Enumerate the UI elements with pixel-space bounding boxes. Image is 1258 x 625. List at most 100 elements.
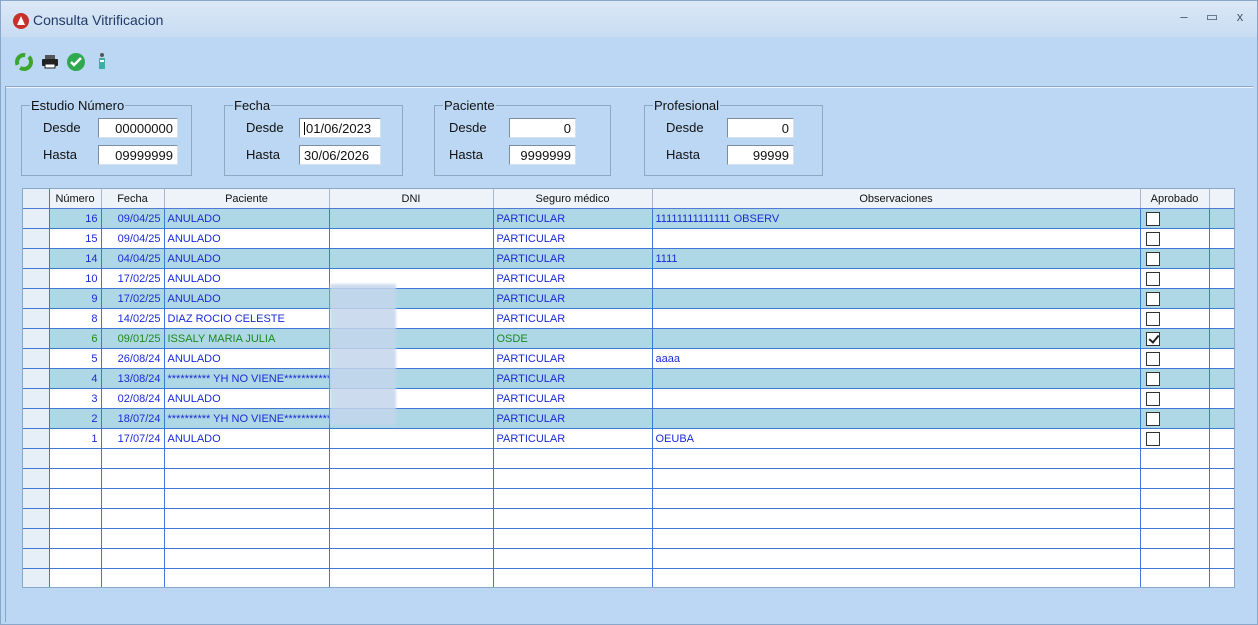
col-aprobado-header[interactable]: Aprobado — [1140, 189, 1210, 209]
table-row[interactable]: 16 09/04/25 ANULADO PARTICULAR 1111111111111… — [23, 208, 1234, 229]
cell-aprobado[interactable] — [1140, 268, 1210, 289]
table-row[interactable]: 2 18/07/24 ********** YH NO VIENE*********… — [23, 408, 1234, 429]
row-selector[interactable] — [23, 268, 50, 289]
col-dni-header[interactable]: DNI — [329, 189, 494, 209]
exit-icon[interactable] — [91, 51, 113, 73]
table-row[interactable]: 4 13/08/24 ********** YH NO VIENE*********… — [23, 368, 1234, 389]
aprobado-checkbox[interactable] — [1145, 432, 1160, 446]
cell-fecha: 17/02/25 — [101, 288, 165, 309]
aprobado-checkbox[interactable] — [1145, 392, 1160, 406]
row-selector[interactable] — [23, 408, 50, 429]
estudio-desde-input[interactable]: 00000000 — [98, 118, 178, 138]
table-row[interactable]: 3 02/08/24 ANULADO PARTICULAR — [23, 388, 1234, 409]
title-bar[interactable]: Consulta Vitrificacion – ▭ x — [1, 1, 1257, 37]
table-row[interactable]: 15 09/04/25 ANULADO PARTICULAR — [23, 228, 1234, 249]
aprobado-checkbox[interactable] — [1145, 212, 1160, 226]
aprobado-checkbox[interactable] — [1145, 372, 1160, 386]
cell-filler — [1209, 388, 1234, 409]
close-icon[interactable]: x — [1233, 9, 1247, 25]
aprobado-checkbox[interactable] — [1145, 312, 1160, 326]
cell-numero: 8 — [49, 308, 102, 329]
row-selector — [23, 468, 50, 489]
aprobado-checkbox[interactable] — [1145, 352, 1160, 366]
aprobado-checkbox[interactable] — [1145, 272, 1160, 286]
aprobado-checkbox[interactable] — [1145, 412, 1160, 426]
empty-row[interactable] — [23, 508, 1234, 529]
cell-aprobado[interactable] — [1140, 228, 1210, 249]
row-selector[interactable] — [23, 348, 50, 369]
row-selector[interactable] — [23, 388, 50, 409]
cell-fecha: 18/07/24 — [101, 408, 165, 429]
empty-row[interactable] — [23, 548, 1234, 569]
cell-seguro: OSDE — [493, 328, 653, 349]
row-selector[interactable] — [23, 328, 50, 349]
empty-cell — [49, 568, 102, 587]
empty-cell — [101, 468, 165, 489]
empty-cell — [101, 568, 165, 587]
table-row[interactable]: 5 26/08/24 ANULADO PARTICULAR aaaa — [23, 348, 1234, 369]
col-numero-header[interactable]: Número — [49, 189, 102, 209]
row-selector[interactable] — [23, 208, 50, 229]
row-selector[interactable] — [23, 288, 50, 309]
cell-aprobado[interactable] — [1140, 368, 1210, 389]
cell-aprobado[interactable] — [1140, 388, 1210, 409]
cell-aprobado[interactable] — [1140, 328, 1210, 349]
table-row[interactable]: 10 17/02/25 ANULADO PARTICULAR — [23, 268, 1234, 289]
cell-fecha: 09/04/25 — [101, 208, 165, 229]
cell-aprobado[interactable] — [1140, 208, 1210, 229]
cell-aprobado[interactable] — [1140, 408, 1210, 429]
row-selector — [23, 508, 50, 529]
aprobado-checkbox[interactable] — [1145, 252, 1160, 266]
table-row[interactable]: 14 04/04/25 ANULADO PARTICULAR 1111 — [23, 248, 1234, 269]
empty-row[interactable] — [23, 528, 1234, 549]
aprobado-checkbox[interactable] — [1145, 332, 1160, 346]
paciente-desde-input[interactable]: 0 — [509, 118, 576, 138]
empty-cell — [652, 568, 1141, 587]
maximize-icon[interactable]: ▭ — [1205, 9, 1219, 25]
estudio-hasta-input[interactable]: 09999999 — [98, 145, 178, 165]
empty-cell — [652, 488, 1141, 509]
row-selector[interactable] — [23, 368, 50, 389]
cell-numero: 1 — [49, 428, 102, 449]
cell-aprobado[interactable] — [1140, 288, 1210, 309]
empty-row[interactable] — [23, 568, 1234, 587]
empty-cell — [493, 508, 653, 529]
row-selector[interactable] — [23, 428, 50, 449]
fecha-hasta-input[interactable]: 30/06/2026 — [299, 145, 381, 165]
cell-aprobado[interactable] — [1140, 428, 1210, 449]
aprobado-checkbox[interactable] — [1145, 292, 1160, 306]
col-fecha-header[interactable]: Fecha — [101, 189, 165, 209]
row-selector[interactable] — [23, 308, 50, 329]
row-selector[interactable] — [23, 248, 50, 269]
profesional-desde-input[interactable]: 0 — [727, 118, 794, 138]
cell-aprobado[interactable] — [1140, 248, 1210, 269]
results-grid[interactable]: Número Fecha Paciente DNI Seguro médico … — [22, 188, 1235, 588]
paciente-hasta-input[interactable]: 9999999 — [509, 145, 576, 165]
col-paciente-header[interactable]: Paciente — [164, 189, 330, 209]
empty-cell — [101, 528, 165, 549]
profesional-hasta-input[interactable]: 99999 — [727, 145, 794, 165]
empty-row[interactable] — [23, 468, 1234, 489]
empty-row[interactable] — [23, 488, 1234, 509]
accept-icon[interactable] — [65, 51, 87, 73]
table-row[interactable]: 8 14/02/25 DIAZ ROCIO CELESTE PARTICULAR — [23, 308, 1234, 329]
empty-cell — [164, 488, 330, 509]
fecha-desde-input[interactable]: 01/06/2023 — [299, 118, 381, 138]
cell-aprobado[interactable] — [1140, 348, 1210, 369]
refresh-icon[interactable] — [13, 51, 35, 73]
empty-row[interactable] — [23, 448, 1234, 469]
table-row[interactable]: 1 17/07/24 ANULADO PARTICULAR OEUBA — [23, 428, 1234, 449]
row-selector[interactable] — [23, 228, 50, 249]
col-observaciones-header[interactable]: Observaciones — [652, 189, 1141, 209]
paciente-hasta-label: Hasta — [449, 147, 483, 162]
table-row[interactable]: 6 09/01/25 ISSALY MARIA JULIA OSDE — [23, 328, 1234, 349]
cell-fecha: 09/01/25 — [101, 328, 165, 349]
aprobado-checkbox[interactable] — [1145, 232, 1160, 246]
cell-aprobado[interactable] — [1140, 308, 1210, 329]
cell-numero: 15 — [49, 228, 102, 249]
cell-filler — [1209, 208, 1234, 229]
col-seguro-header[interactable]: Seguro médico — [493, 189, 653, 209]
table-row[interactable]: 9 17/02/25 ANULADO PARTICULAR — [23, 288, 1234, 309]
minimize-icon[interactable]: – — [1177, 9, 1191, 25]
print-icon[interactable] — [39, 51, 61, 73]
